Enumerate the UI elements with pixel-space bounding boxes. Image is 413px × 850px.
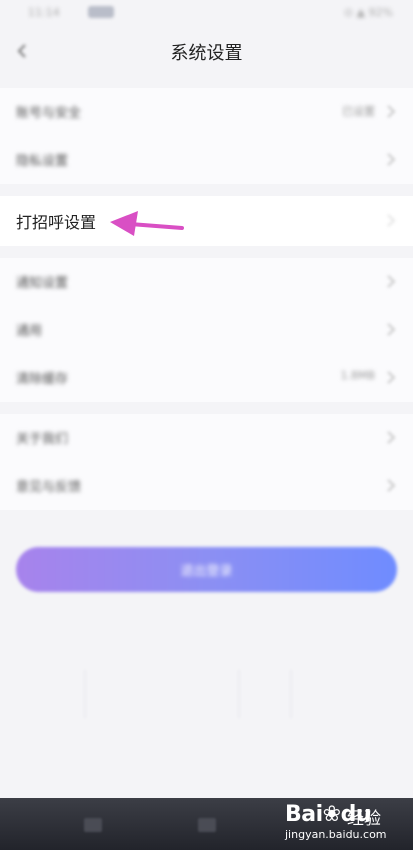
row-label: 清除缓存 xyxy=(16,372,69,387)
logout-button[interactable]: 退出登录 xyxy=(16,547,397,592)
settings-row-account[interactable]: 账号与安全 已设置 xyxy=(0,88,413,136)
settings-row-notification[interactable]: 通知设置 xyxy=(0,258,413,306)
annotation-arrow-icon xyxy=(110,211,184,236)
row-label: 账号与安全 xyxy=(16,106,82,121)
settings-row-greeting[interactable]: 打招呼设置 xyxy=(0,196,413,246)
row-label: 意见与反馈 xyxy=(16,480,82,495)
row-label: 通知设置 xyxy=(16,276,69,291)
row-value: 1.8MB xyxy=(340,369,375,382)
divider xyxy=(290,670,292,718)
settings-row-about[interactable]: 关于我们 xyxy=(0,414,413,462)
row-value: 已设置 xyxy=(342,105,375,118)
row-label: 通用 xyxy=(16,324,43,339)
nav-home-icon[interactable] xyxy=(198,818,216,832)
settings-group-1: 账号与安全 已设置 隐私设置 xyxy=(0,88,413,184)
status-indicators: ⊙ ▲ 92% xyxy=(343,6,393,19)
chevron-right-icon xyxy=(387,214,395,227)
chevron-right-icon xyxy=(387,479,395,492)
watermark-url: jingyan.baidu.com xyxy=(285,828,387,841)
divider xyxy=(84,670,86,718)
settings-row-feedback[interactable]: 意见与反馈 xyxy=(0,462,413,510)
row-label: 打招呼设置 xyxy=(16,213,97,232)
settings-group-3: 关于我们 意见与反馈 xyxy=(0,414,413,510)
settings-group-2: 通知设置 通用 清除缓存 1.8MB xyxy=(0,258,413,402)
chevron-right-icon xyxy=(387,275,395,288)
row-label: 隐私设置 xyxy=(16,154,69,169)
chevron-right-icon xyxy=(387,323,395,336)
chevron-right-icon xyxy=(387,153,395,166)
chevron-right-icon xyxy=(387,431,395,444)
jingyan-brand: 经验 xyxy=(347,809,381,829)
logout-button-label: 退出登录 xyxy=(180,563,233,578)
status-badge xyxy=(88,6,114,18)
divider xyxy=(238,670,240,718)
row-label: 关于我们 xyxy=(16,432,69,447)
nav-back-icon[interactable] xyxy=(84,818,102,832)
paw-icon: ❀ xyxy=(322,802,341,827)
settings-row-privacy[interactable]: 隐私设置 xyxy=(0,136,413,184)
header: 系统设置 xyxy=(0,26,413,76)
baidu-jingyan-watermark: Bai❀du 经验 jingyan.baidu.com xyxy=(285,800,387,844)
settings-row-cache[interactable]: 清除缓存 1.8MB xyxy=(0,354,413,402)
page-title: 系统设置 xyxy=(170,43,243,64)
chevron-right-icon xyxy=(387,371,395,384)
chevron-right-icon xyxy=(387,105,395,118)
settings-row-general[interactable]: 通用 xyxy=(0,306,413,354)
status-bar: 11:14 ⊙ ▲ 92% xyxy=(0,0,413,26)
status-time: 11:14 xyxy=(28,6,60,19)
